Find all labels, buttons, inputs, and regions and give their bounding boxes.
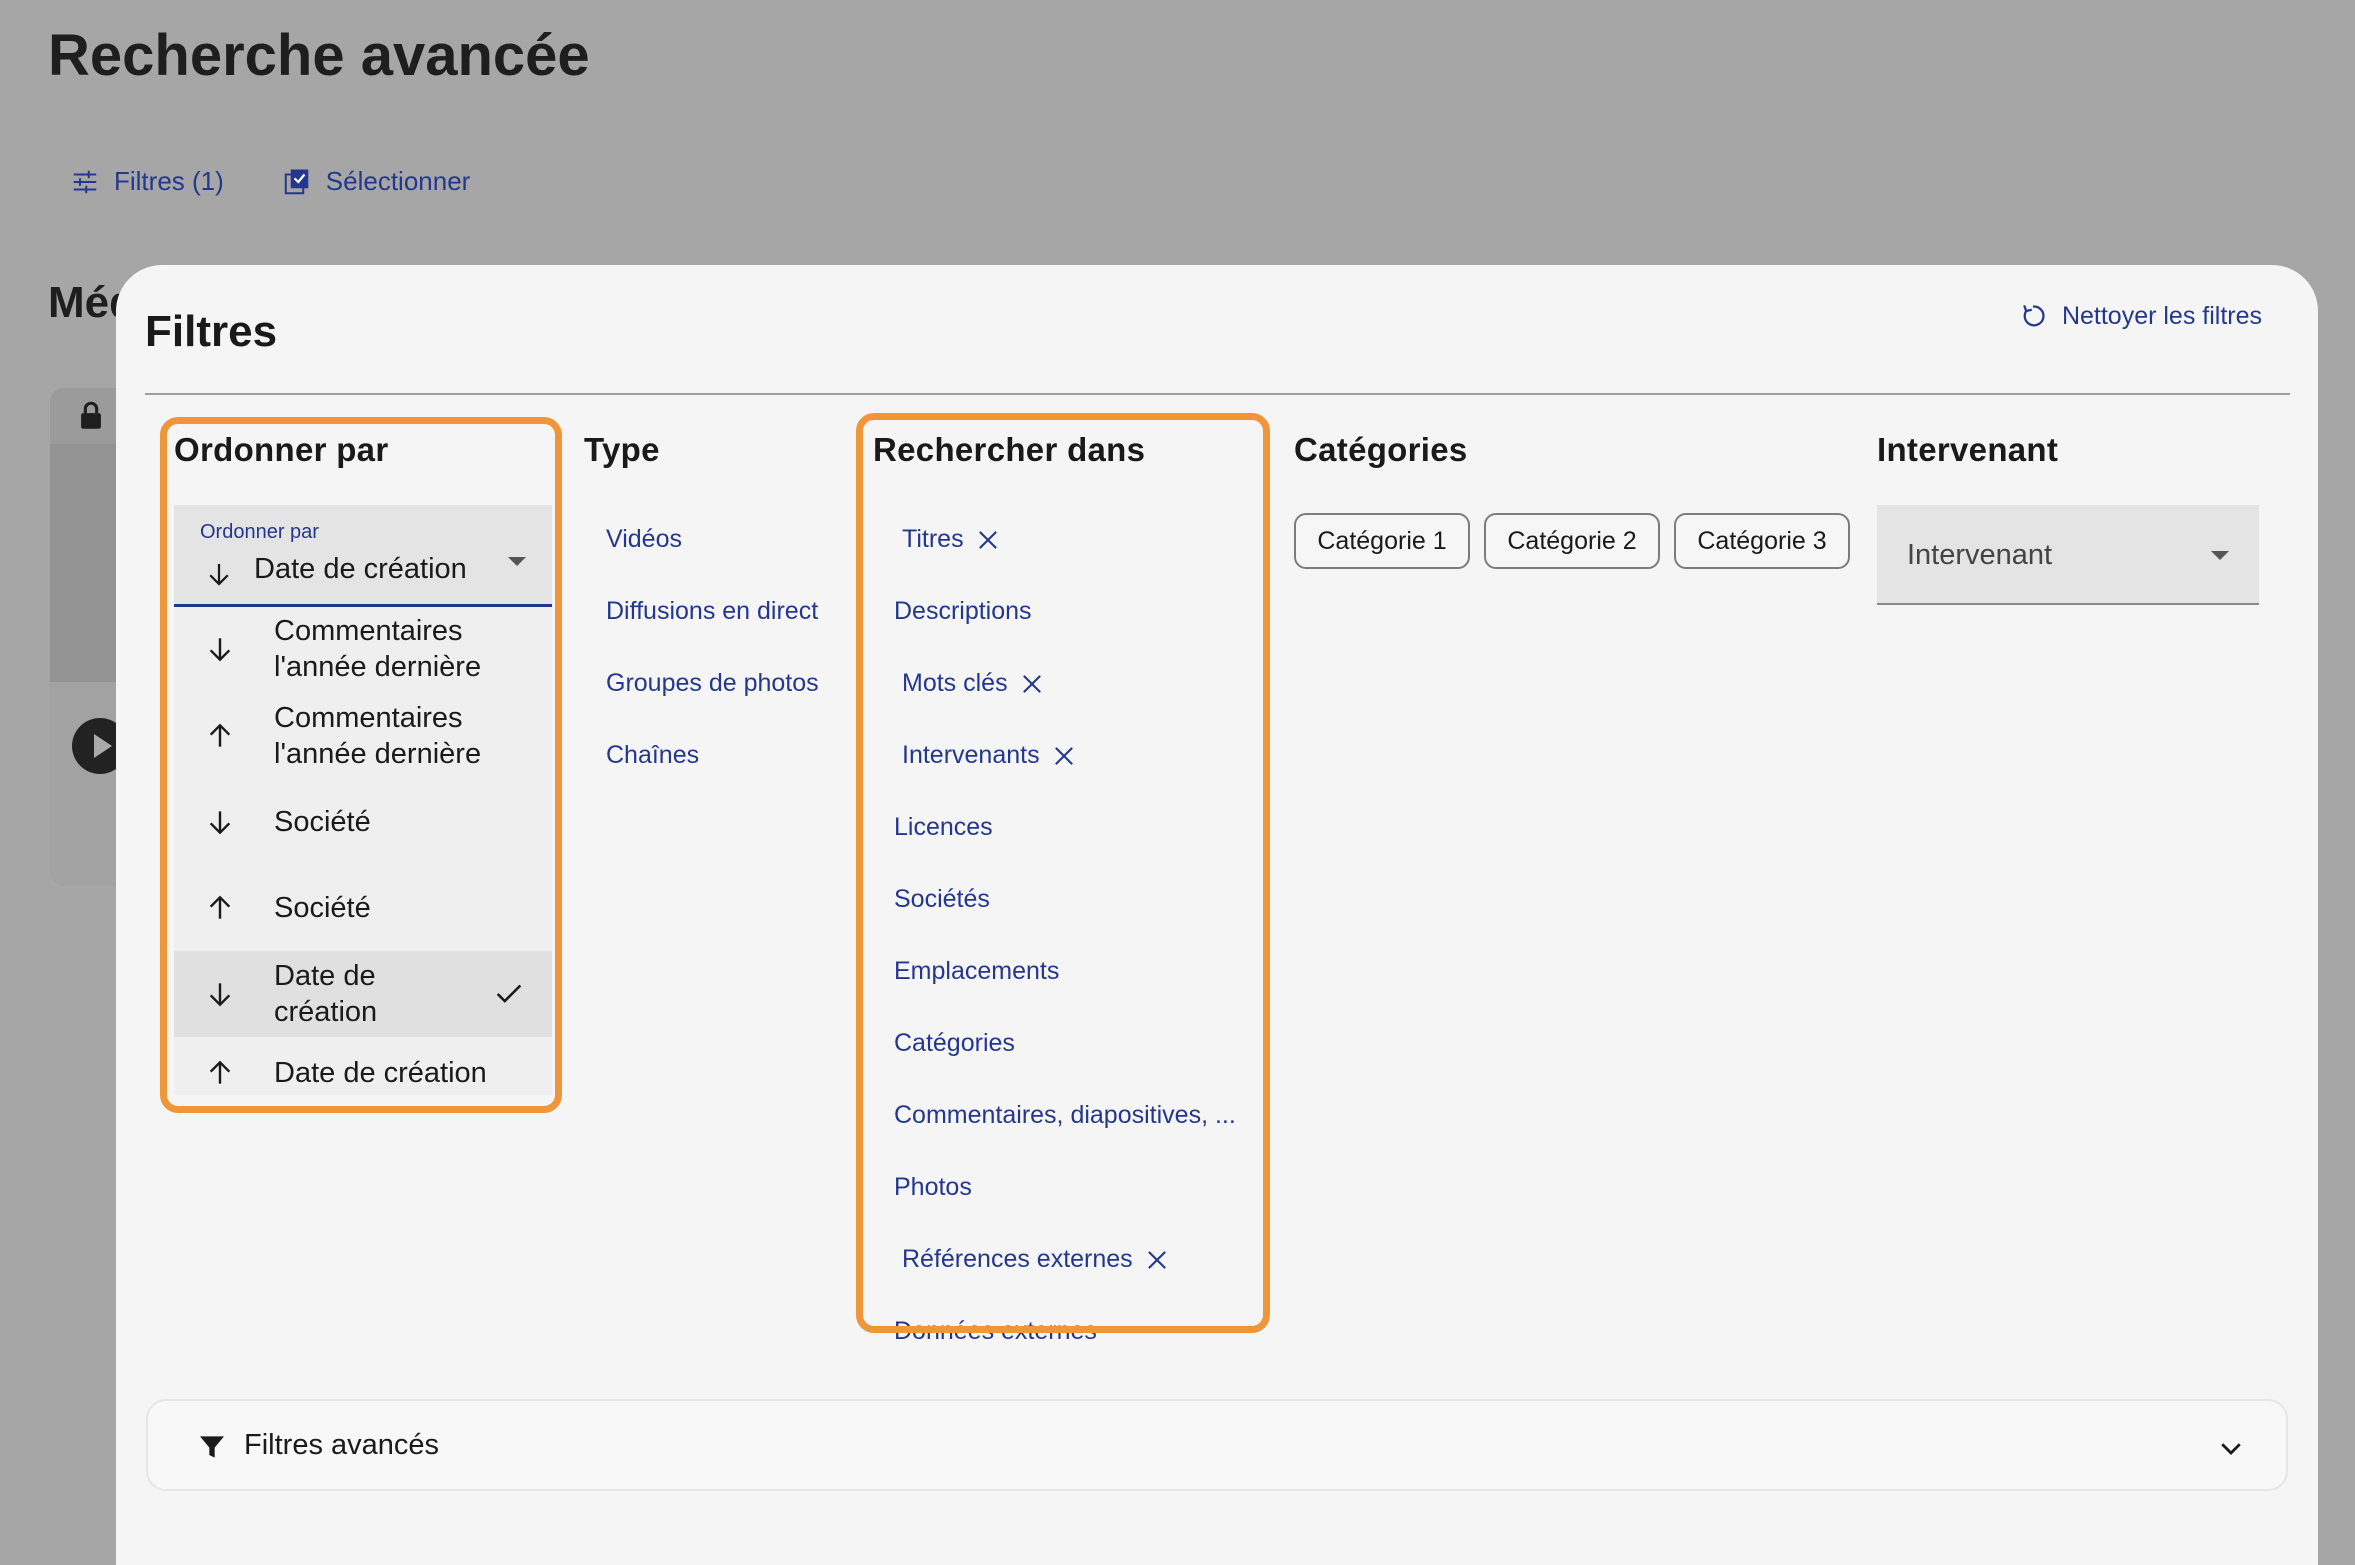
menu-item-label: Commentaires l'année dernière [274,702,482,770]
menu-item-label: Société [274,892,371,924]
search-in-photos[interactable]: Photos [894,1173,972,1202]
arrow-up-icon [209,895,231,919]
search-in-speakers[interactable]: Intervenants [902,741,1078,770]
caret-down-icon [2211,551,2229,560]
order-option-comments-last-year-desc[interactable]: Commentaires l'année dernière [174,607,552,691]
search-in-companies[interactable]: Sociétés [894,885,990,914]
arrow-down-icon [209,564,229,586]
refresh-icon [2023,305,2045,327]
search-in-descriptions[interactable]: Descriptions [894,597,1032,626]
filters-panel-title: Filtres [145,307,278,356]
close-icon[interactable] [1143,1246,1171,1274]
type-videos[interactable]: Vidéos [606,525,682,554]
check-icon [496,984,522,1003]
speaker-placeholder: Intervenant [1907,539,2053,571]
menu-item-label: Date de création [274,1057,487,1089]
close-icon[interactable] [1050,742,1078,770]
filters-button-label: Filtres (1) [114,166,224,196]
menu-item-label: Date de création [274,960,378,1028]
type-heading: Type [584,431,660,468]
order-option-company-desc[interactable]: Société [174,779,552,865]
chevron-down-icon [2221,1443,2241,1455]
type-photo-groups[interactable]: Groupes de photos [606,669,819,698]
order-by-selected-value: Date de création [254,553,467,585]
sliders-icon [73,170,97,193]
page-title: Recherche avancée [48,23,590,88]
clear-filters-label: Nettoyer les filtres [2061,301,2262,330]
search-in-keywords[interactable]: Mots clés [902,669,1046,698]
close-icon[interactable] [974,526,1002,554]
arrow-down-icon [209,811,231,835]
speaker-select[interactable]: Intervenant [1877,505,2259,605]
select-button[interactable]: Sélectionner [282,166,471,197]
advanced-filters-toggle[interactable]: Filtres avancés [146,1399,2288,1491]
category-chip-3[interactable]: Catégorie 3 [1674,513,1850,569]
select-button-label: Sélectionner [325,166,471,196]
caret-down-icon [508,557,526,566]
toolbar: Filtres (1) Sélectionner [70,166,470,197]
type-live-streams[interactable]: Diffusions en direct [606,597,818,626]
order-option-comments-last-year-asc[interactable]: Commentaires l'année dernière [174,693,552,779]
search-in-locations[interactable]: Emplacements [894,957,1059,986]
type-channels[interactable]: Chaînes [606,741,699,770]
close-icon[interactable] [1018,670,1046,698]
arrow-down-icon [209,983,231,1007]
filter-funnel-icon [200,1436,224,1458]
search-in-external-data[interactable]: Données externes [894,1317,1097,1346]
speaker-heading: Intervenant [1877,431,2059,468]
advanced-filters-label: Filtres avancés [244,1429,440,1461]
category-chip-2[interactable]: Catégorie 2 [1484,513,1660,569]
panel-divider [145,393,2290,395]
order-by-heading: Ordonner par [174,431,389,468]
search-in-external-references[interactable]: Références externes [902,1245,1171,1274]
order-option-creation-date-asc[interactable]: Date de création [174,1037,552,1095]
link-label: Mots clés [902,669,1008,697]
order-option-creation-date-desc[interactable]: Date de création [174,951,552,1037]
link-label: Références externes [902,1245,1133,1273]
order-by-select[interactable]: Ordonner par Date de création [174,505,552,607]
search-in-heading: Rechercher dans [873,431,1146,468]
search-in-comments-slides[interactable]: Commentaires, diapositives, ... [894,1101,1236,1130]
order-by-field-label: Ordonner par [200,521,319,543]
link-label: Titres [902,525,964,553]
lock-icon [81,401,101,429]
order-option-company-asc[interactable]: Société [174,865,552,951]
arrow-up-icon [209,723,231,747]
categories-heading: Catégories [1294,431,1468,468]
clear-filters-button[interactable]: Nettoyer les filtres [2018,301,2262,331]
search-in-categories[interactable]: Catégories [894,1029,1015,1058]
menu-item-label: Société [274,806,371,838]
arrow-up-icon [209,1060,231,1084]
order-by-menu: Commentaires l'année dernière Commentair… [174,607,552,1095]
link-label: Intervenants [902,741,1040,769]
filters-panel: Filtres Nettoyer les filtres Ordonner pa… [116,265,2318,1565]
select-checkbox-icon [284,169,309,194]
filters-button[interactable]: Filtres (1) [70,166,224,197]
arrow-down-icon [209,638,231,662]
search-in-licenses[interactable]: Licences [894,813,993,842]
category-chip-1[interactable]: Catégorie 1 [1294,513,1470,569]
menu-item-label: Commentaires l'année dernière [274,615,482,683]
search-in-titles[interactable]: Titres [902,525,1002,554]
